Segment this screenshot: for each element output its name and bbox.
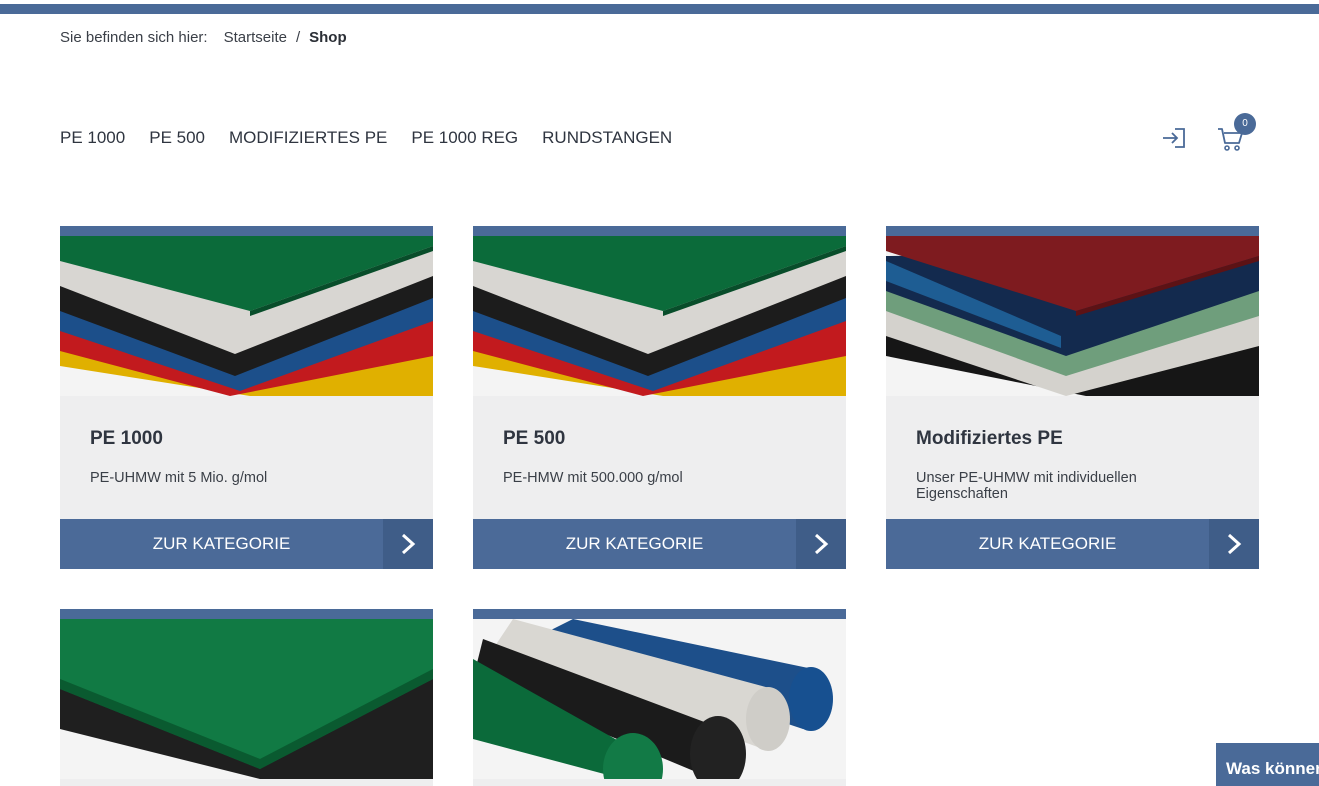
nav-item-pe-1000[interactable]: PE 1000 bbox=[60, 128, 125, 148]
header-actions: 0 bbox=[1160, 113, 1260, 156]
category-card-modifiziertes-pe: Modifiziertes PE Unser PE-UHMW mit indiv… bbox=[886, 226, 1259, 569]
breadcrumb-home-link[interactable]: Startseite bbox=[224, 29, 287, 46]
category-card-pe-1000-reg bbox=[60, 609, 433, 786]
zur-kategorie-button[interactable]: ZUR KATEGORIE bbox=[60, 519, 433, 569]
card-accent-bar bbox=[886, 226, 1259, 236]
breadcrumb: Sie befinden sich hier: Startseite / Sho… bbox=[60, 29, 347, 46]
card-body bbox=[473, 779, 846, 786]
chat-widget-tab[interactable]: Was können bbox=[1216, 743, 1319, 786]
nav-item-rundstangen[interactable]: RUNDSTANGEN bbox=[542, 128, 672, 148]
chevron-right-icon bbox=[383, 519, 433, 569]
button-label: ZUR KATEGORIE bbox=[978, 534, 1117, 553]
card-accent-bar bbox=[60, 609, 433, 619]
card-image-pe-1000 bbox=[60, 236, 433, 396]
card-image-pe-1000-reg bbox=[60, 619, 433, 779]
chevron-right-icon bbox=[796, 519, 846, 569]
card-accent-bar bbox=[60, 226, 433, 236]
card-body: PE 1000 PE-UHMW mit 5 Mio. g/mol bbox=[60, 396, 433, 519]
nav-item-modifiziertes-pe[interactable]: MODIFIZIERTES PE bbox=[229, 128, 387, 148]
card-title: PE 500 bbox=[503, 428, 566, 449]
zur-kategorie-button[interactable]: ZUR KATEGORIE bbox=[473, 519, 846, 569]
card-description: Unser PE-UHMW mit individuellen Eigensch… bbox=[916, 470, 1137, 502]
card-body: PE 500 PE-HMW mit 500.000 g/mol bbox=[473, 396, 846, 519]
card-body: Modifiziertes PE Unser PE-UHMW mit indiv… bbox=[886, 396, 1259, 519]
category-card-pe-500: PE 500 PE-HMW mit 500.000 g/mol ZUR KATE… bbox=[473, 226, 846, 569]
login-icon[interactable] bbox=[1160, 126, 1188, 150]
nav-item-pe-500[interactable]: PE 500 bbox=[149, 128, 205, 148]
zur-kategorie-button[interactable]: ZUR KATEGORIE bbox=[886, 519, 1259, 569]
nav-item-pe-1000-reg[interactable]: PE 1000 REG bbox=[411, 128, 518, 148]
category-nav: PE 1000 PE 500 MODIFIZIERTES PE PE 1000 … bbox=[60, 128, 672, 148]
button-label: ZUR KATEGORIE bbox=[152, 534, 291, 553]
card-accent-bar bbox=[473, 226, 846, 236]
card-title: PE 1000 bbox=[90, 428, 163, 449]
category-card-rundstangen bbox=[473, 609, 846, 786]
breadcrumb-label: Sie befinden sich hier: bbox=[60, 29, 208, 46]
breadcrumb-current: Shop bbox=[309, 29, 347, 46]
card-description: PE-HMW mit 500.000 g/mol bbox=[503, 470, 683, 486]
chevron-right-icon bbox=[1209, 519, 1259, 569]
card-accent-bar bbox=[473, 609, 846, 619]
card-image-rundstangen bbox=[473, 619, 846, 779]
card-description: PE-UHMW mit 5 Mio. g/mol bbox=[90, 470, 268, 486]
card-image-modifiziertes-pe bbox=[886, 236, 1259, 396]
card-title: Modifiziertes PE bbox=[916, 428, 1063, 449]
card-body bbox=[60, 779, 433, 786]
cart-count-badge: 0 bbox=[1234, 113, 1256, 135]
button-label: ZUR KATEGORIE bbox=[565, 534, 704, 553]
top-accent-bar bbox=[0, 4, 1319, 14]
category-card-pe-1000: PE 1000 PE-UHMW mit 5 Mio. g/mol ZUR KAT… bbox=[60, 226, 433, 569]
breadcrumb-separator: / bbox=[295, 29, 301, 46]
card-image-pe-500 bbox=[473, 236, 846, 396]
